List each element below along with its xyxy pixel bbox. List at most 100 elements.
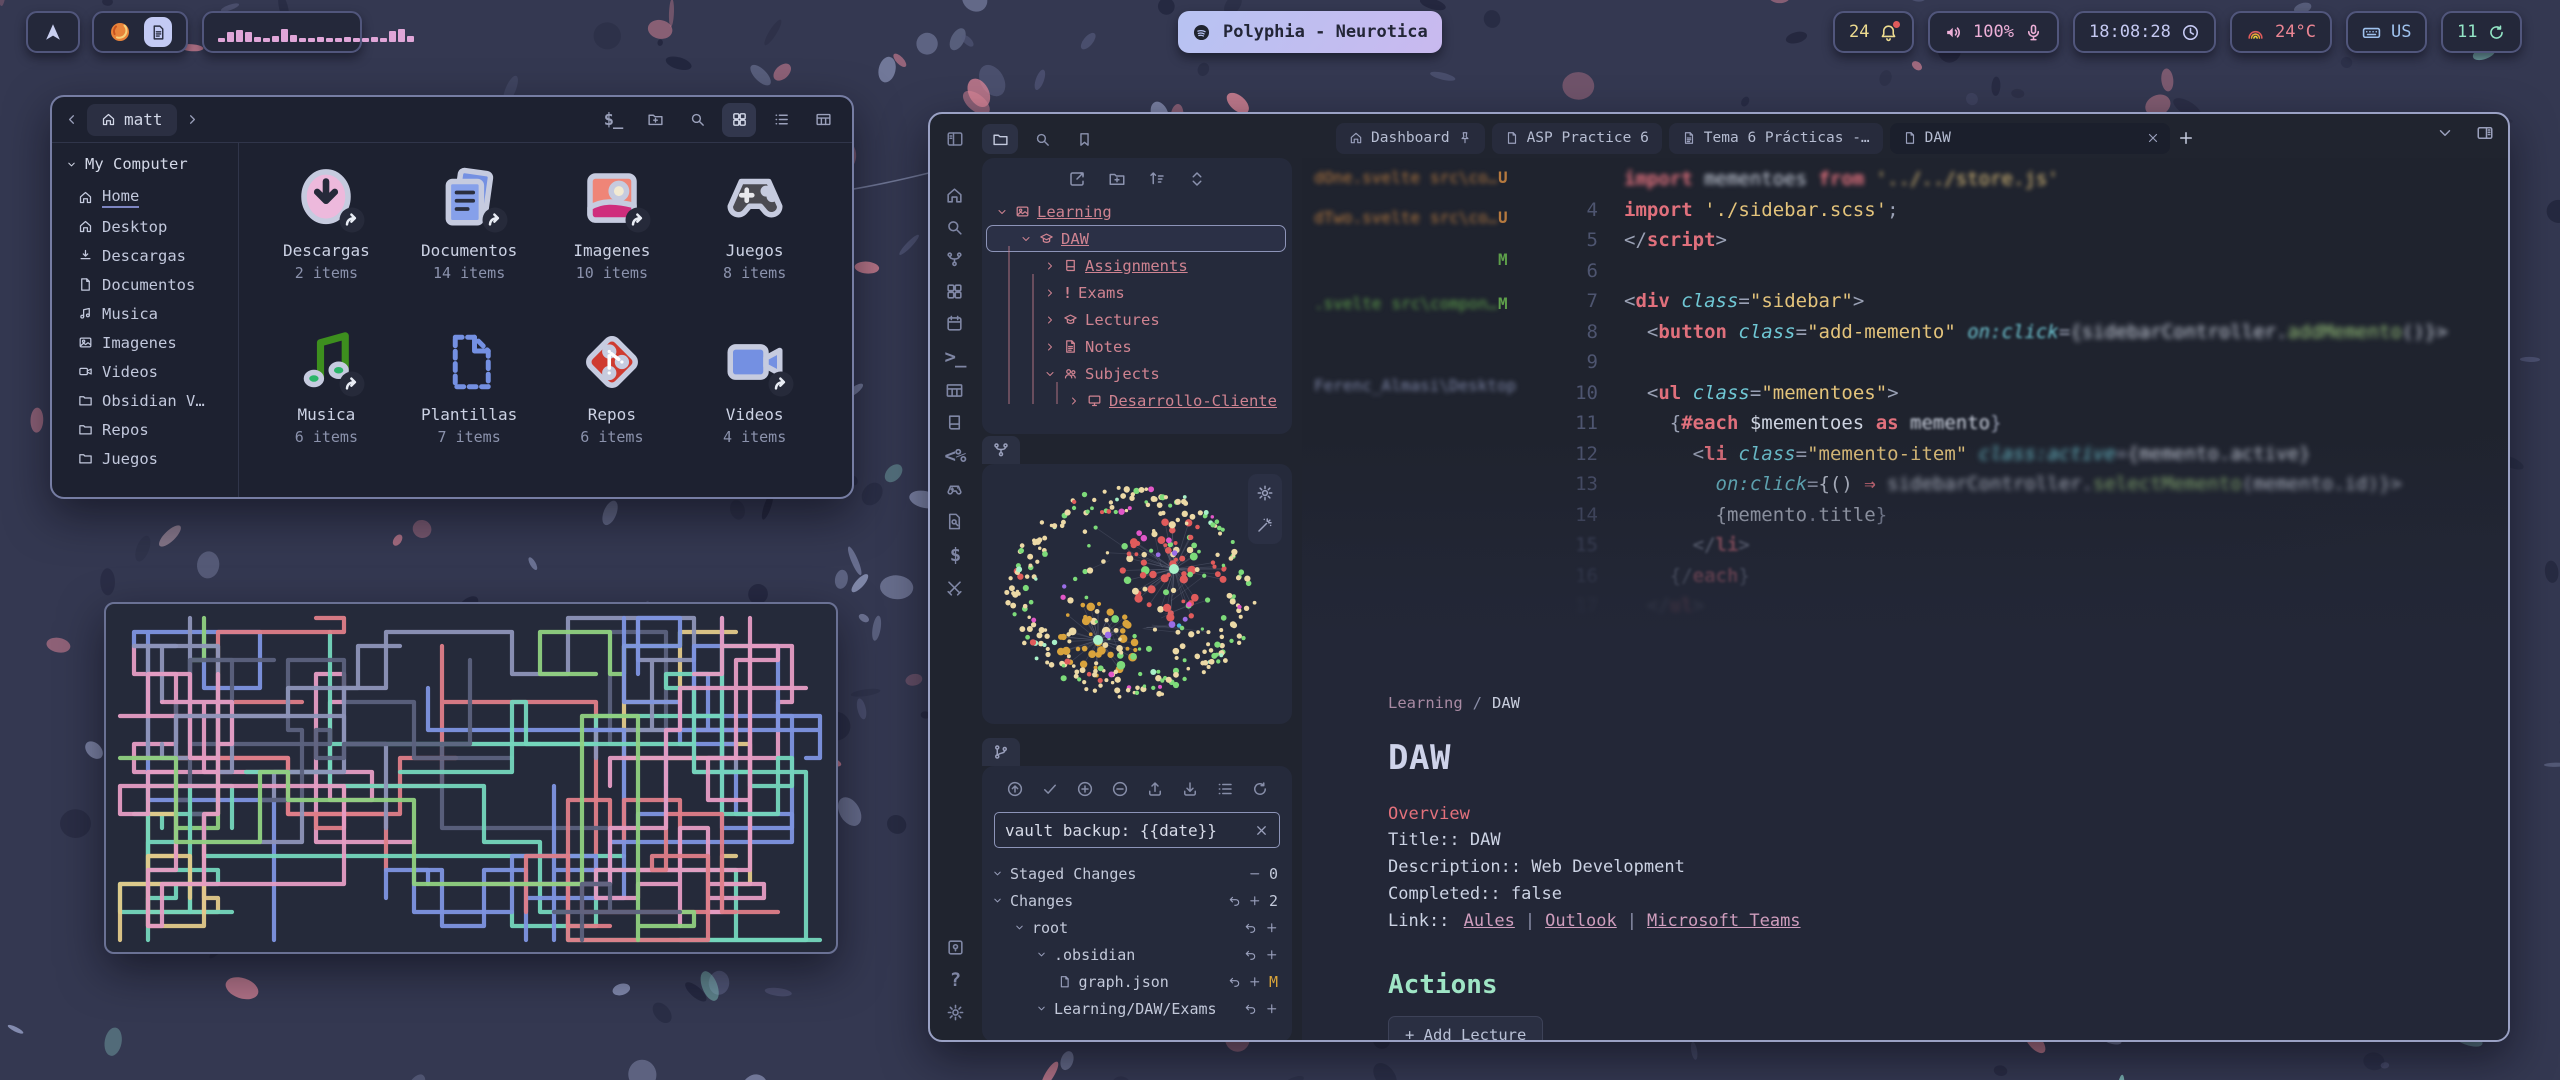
push-icon[interactable] bbox=[1146, 780, 1164, 798]
grid-item-musica[interactable]: Musica6 items bbox=[255, 321, 398, 485]
breadcrumb-current[interactable]: DAW bbox=[1492, 694, 1520, 712]
button-add-lecture[interactable]: + Add Lecture bbox=[1388, 1016, 1543, 1042]
new-tab-icon[interactable] bbox=[2177, 129, 2195, 147]
chevron-down-icon[interactable] bbox=[1044, 368, 1056, 380]
tree-item-daw[interactable]: DAW bbox=[982, 225, 1292, 252]
graph-view-pane[interactable] bbox=[982, 464, 1292, 724]
tab-files[interactable] bbox=[982, 124, 1018, 154]
unstage-icon[interactable] bbox=[1248, 867, 1262, 881]
home-icon[interactable] bbox=[945, 186, 964, 205]
help-icon[interactable]: ? bbox=[950, 969, 960, 991]
module-volume[interactable]: 100% bbox=[1928, 11, 2059, 53]
graph-icon[interactable] bbox=[945, 250, 964, 269]
sidebar-item-desktop[interactable]: Desktop bbox=[66, 212, 238, 241]
sidebar-item-juegos[interactable]: Juegos bbox=[66, 444, 238, 473]
chevron-down-icon[interactable] bbox=[1036, 949, 1047, 960]
graph-canvas[interactable] bbox=[982, 464, 1292, 724]
graph-timelapse-wand-icon[interactable] bbox=[1256, 516, 1274, 534]
chevron-right-icon[interactable] bbox=[1068, 395, 1080, 407]
chevron-right-icon[interactable] bbox=[1044, 287, 1056, 299]
git-row-graph-json[interactable]: graph.jsonM bbox=[982, 968, 1292, 995]
sidebar-item-repos[interactable]: Repos bbox=[66, 415, 238, 444]
tab-list-chevron-down-icon[interactable] bbox=[2436, 124, 2454, 142]
clear-message-icon[interactable] bbox=[1254, 823, 1269, 838]
app-launcher-button[interactable] bbox=[26, 11, 80, 53]
split-editor-icon[interactable] bbox=[2476, 124, 2494, 142]
grid-item-documentos[interactable]: Documentos14 items bbox=[398, 157, 541, 321]
list-view-button[interactable] bbox=[764, 103, 798, 137]
new-note-icon[interactable] bbox=[1068, 170, 1086, 188]
media-player-pill[interactable]: Polyphia - Neurotica bbox=[1178, 11, 1442, 53]
stage-icon[interactable] bbox=[1265, 921, 1279, 935]
stage-icon[interactable] bbox=[1265, 1002, 1279, 1016]
sidebar-item-documentos[interactable]: Documentos bbox=[66, 270, 238, 299]
commit-and-push-icon[interactable] bbox=[1006, 780, 1024, 798]
refresh-icon[interactable] bbox=[1251, 780, 1269, 798]
chevron-down-icon[interactable] bbox=[1036, 1003, 1047, 1014]
change-list-icon[interactable] bbox=[1216, 780, 1234, 798]
module-updates[interactable]: 11 bbox=[2441, 11, 2522, 53]
workspace-pill[interactable] bbox=[92, 11, 188, 53]
link-microsoft-teams[interactable]: Microsoft Teams bbox=[1647, 911, 1801, 931]
dashboard-icon[interactable] bbox=[945, 282, 964, 301]
discard-icon[interactable] bbox=[1244, 1002, 1258, 1016]
chevron-right-icon[interactable] bbox=[1044, 314, 1056, 326]
graph-settings-gear-icon[interactable] bbox=[1256, 484, 1274, 502]
open-terminal-button[interactable]: $_ bbox=[596, 103, 630, 137]
stage-all-icon[interactable] bbox=[1076, 780, 1094, 798]
tree-item-learning[interactable]: Learning bbox=[982, 198, 1292, 225]
chevron-down-icon[interactable] bbox=[992, 895, 1003, 906]
breadcrumb-parent[interactable]: Learning bbox=[1388, 694, 1463, 712]
controller-icon[interactable] bbox=[945, 480, 964, 499]
module-notifications[interactable]: 24 bbox=[1833, 11, 1914, 53]
module-clock[interactable]: 18:08:28 bbox=[2073, 11, 2216, 53]
tree-item-notes[interactable]: Notes bbox=[982, 333, 1292, 360]
back-button[interactable] bbox=[64, 112, 79, 127]
new-folder-icon[interactable] bbox=[1108, 170, 1126, 188]
templater-icon[interactable]: <% bbox=[945, 445, 966, 467]
grid-item-juegos[interactable]: Juegos8 items bbox=[683, 157, 826, 321]
link-aules[interactable]: Aules bbox=[1464, 911, 1515, 931]
git-pane-tab[interactable] bbox=[982, 738, 1020, 766]
tab-tema-6-pr-cticas[interactable]: Tema 6 Prácticas -… bbox=[1669, 123, 1883, 154]
grid-item-videos[interactable]: Videos4 items bbox=[683, 321, 826, 485]
tab-dashboard[interactable]: Dashboard bbox=[1336, 123, 1485, 154]
book-icon[interactable] bbox=[945, 413, 964, 432]
sort-order-icon[interactable] bbox=[1148, 170, 1166, 188]
module-weather[interactable]: 24°C bbox=[2230, 11, 2332, 53]
sidebar-item-musica[interactable]: Musica bbox=[66, 299, 238, 328]
tree-item-lectures[interactable]: Lectures bbox=[982, 306, 1292, 333]
sidebar-item-obsidian-v[interactable]: Obsidian V… bbox=[66, 386, 238, 415]
chevron-down-icon[interactable] bbox=[1020, 233, 1032, 245]
sidebar-item-descargas[interactable]: Descargas bbox=[66, 241, 238, 270]
tab-bookmarks[interactable] bbox=[1066, 124, 1102, 154]
sidebar-item-home[interactable]: Home bbox=[66, 183, 238, 212]
sidebar-item-videos[interactable]: Videos bbox=[66, 357, 238, 386]
search-button[interactable] bbox=[680, 103, 714, 137]
chevron-right-icon[interactable] bbox=[1044, 260, 1056, 272]
tab-asp-practice-6[interactable]: ASP Practice 6 bbox=[1492, 123, 1662, 154]
terminal-icon[interactable]: >_ bbox=[945, 346, 966, 368]
search-icon[interactable] bbox=[945, 218, 964, 237]
file-search-icon[interactable] bbox=[945, 512, 964, 531]
chevron-down-icon[interactable] bbox=[1014, 922, 1025, 933]
chevron-right-icon[interactable] bbox=[1044, 341, 1056, 353]
module-keyboard-layout[interactable]: US bbox=[2346, 11, 2427, 53]
new-folder-button[interactable] bbox=[638, 103, 672, 137]
commit-message-input[interactable] bbox=[1005, 821, 1254, 840]
stage-icon[interactable] bbox=[1265, 948, 1279, 962]
sidebar-item-imagenes[interactable]: Imagenes bbox=[66, 328, 238, 357]
chevron-down-icon[interactable] bbox=[992, 868, 1003, 879]
chevron-down-icon[interactable] bbox=[996, 206, 1008, 218]
breadcrumb[interactable]: matt bbox=[87, 104, 177, 136]
git-row-obsidian[interactable]: .obsidian bbox=[982, 941, 1292, 968]
tab-daw[interactable]: DAW bbox=[1890, 123, 2170, 154]
git-row-staged-changes[interactable]: Staged Changes0 bbox=[982, 860, 1292, 887]
discard-icon[interactable] bbox=[1228, 975, 1242, 989]
tab-search[interactable] bbox=[1024, 124, 1060, 154]
git-row-learning-daw-exams[interactable]: Learning/DAW/Exams bbox=[982, 995, 1292, 1022]
sidebar-root[interactable]: My Computer bbox=[66, 155, 238, 173]
vault-icon[interactable] bbox=[946, 938, 965, 957]
tree-item-desarrollo-cliente[interactable]: Desarrollo-Cliente bbox=[982, 387, 1292, 414]
link-outlook[interactable]: Outlook bbox=[1545, 911, 1617, 931]
